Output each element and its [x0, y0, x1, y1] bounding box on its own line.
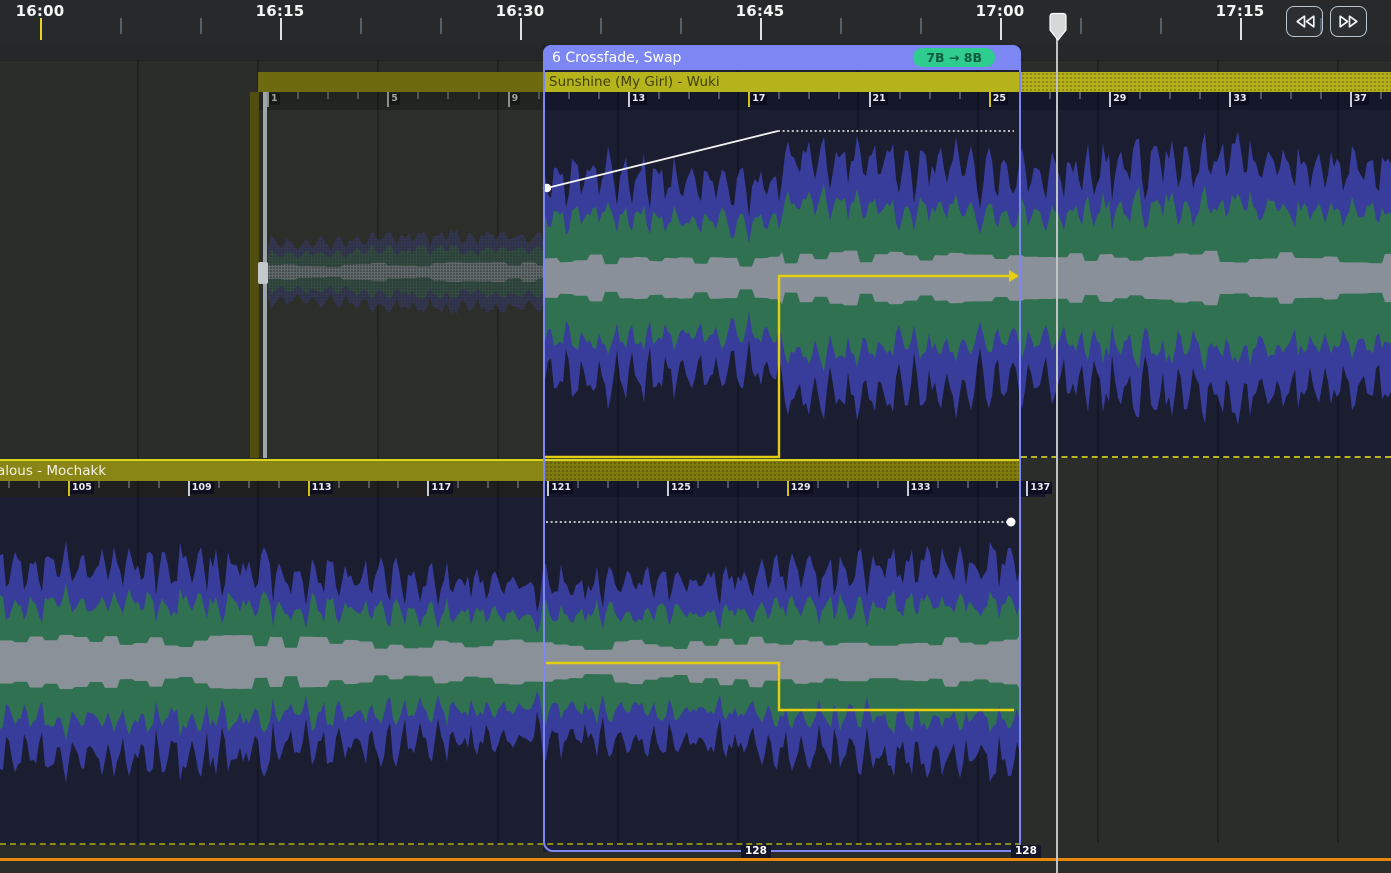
bpm-label: 128 — [741, 845, 771, 858]
time-minor-tick — [360, 18, 362, 34]
waveform-canvas — [0, 0, 1391, 873]
time-minor-tick — [200, 18, 202, 34]
dim-waveform-dither — [268, 212, 545, 334]
rewind-icon — [1294, 14, 1316, 29]
time-tick — [1240, 18, 1242, 40]
fade-in-handle[interactable] — [543, 184, 551, 192]
fast-forward-button[interactable] — [1330, 6, 1367, 37]
playhead-line — [1056, 24, 1058, 873]
rewind-button[interactable] — [1286, 6, 1323, 37]
time-minor-tick — [120, 18, 122, 34]
fade-out-handle[interactable] — [1007, 518, 1016, 527]
transition-header[interactable]: 6 Crossfade, Swap 7B → 8B — [543, 45, 1021, 70]
time-minor-tick — [680, 18, 682, 34]
fast-forward-icon — [1338, 14, 1360, 29]
overview-timeline[interactable]: 16:0016:1516:3016:4517:0017:15 — [0, 0, 1391, 44]
key-change-badge: 7B → 8B — [913, 48, 995, 67]
time-minor-tick — [440, 18, 442, 34]
time-minor-tick — [920, 18, 922, 34]
time-tick — [760, 18, 762, 40]
time-tick — [520, 18, 522, 40]
time-tick — [40, 18, 42, 40]
time-minor-tick — [1080, 18, 1082, 34]
time-minor-tick — [1160, 18, 1162, 34]
master-volume-line — [0, 858, 1391, 861]
dj-timeline-app: 16:0016:1516:3016:4517:0017:15 Sunshine … — [0, 0, 1391, 873]
time-minor-tick — [840, 18, 842, 34]
time-tick — [280, 18, 282, 40]
clip-start-handle[interactable] — [258, 262, 268, 284]
waveform-gray-layer — [545, 251, 1391, 306]
time-tick — [1000, 18, 1002, 40]
clip-start-strip — [250, 92, 259, 458]
transition-title: 6 Crossfade, Swap — [552, 50, 681, 66]
bpm-label: 128 — [1011, 845, 1041, 858]
time-minor-tick — [600, 18, 602, 34]
playhead-flag[interactable] — [1050, 14, 1066, 41]
playhead-marker[interactable] — [1046, 11, 1070, 43]
